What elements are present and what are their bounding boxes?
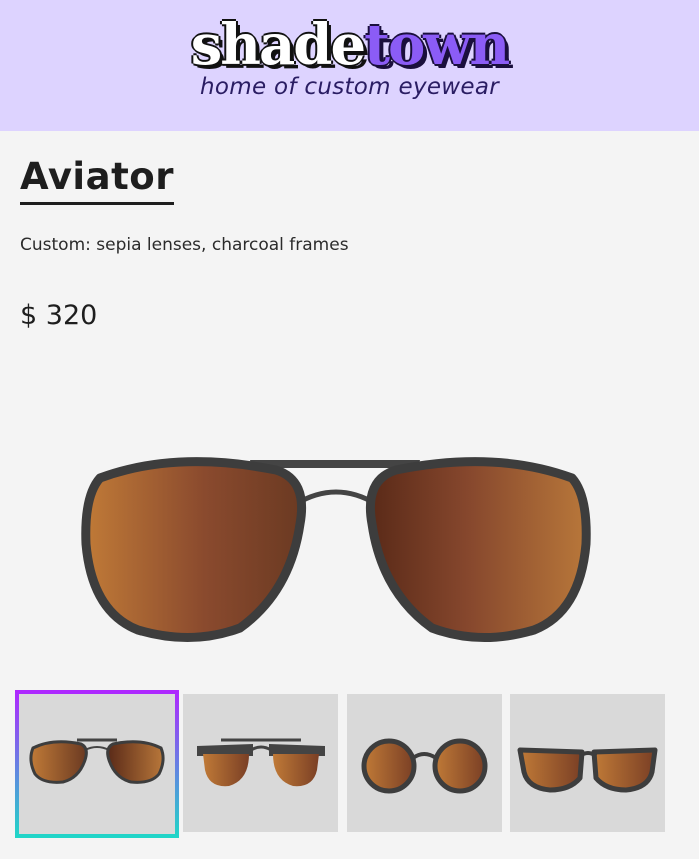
round-thumb-icon [361, 738, 488, 794]
thumbnail-aviator[interactable] [15, 690, 179, 838]
thumbnail-round[interactable] [347, 694, 502, 832]
browline-thumb-icon [197, 738, 325, 787]
thumbnail-browline[interactable] [183, 694, 338, 832]
product-description: Custom: sepia lenses, charcoal frames [20, 235, 349, 255]
aviator-glasses-image [81, 457, 591, 643]
aviator-thumb-icon [29, 738, 165, 784]
product-main-image [80, 452, 592, 648]
thumbnail-wayfarer[interactable] [510, 694, 665, 832]
logo-shade: shade [190, 12, 366, 78]
product-title: Aviator [20, 154, 174, 205]
product-price: $ 320 [20, 300, 98, 331]
site-header: shadetown home of custom eyewear [0, 0, 699, 131]
thumbnail-gallery [15, 690, 675, 838]
tagline: home of custom eyewear [199, 74, 500, 100]
wayfarer-thumb-icon [517, 747, 658, 793]
logo-town: town [364, 12, 510, 78]
shadetown-logo[interactable]: shadetown [0, 10, 699, 80]
